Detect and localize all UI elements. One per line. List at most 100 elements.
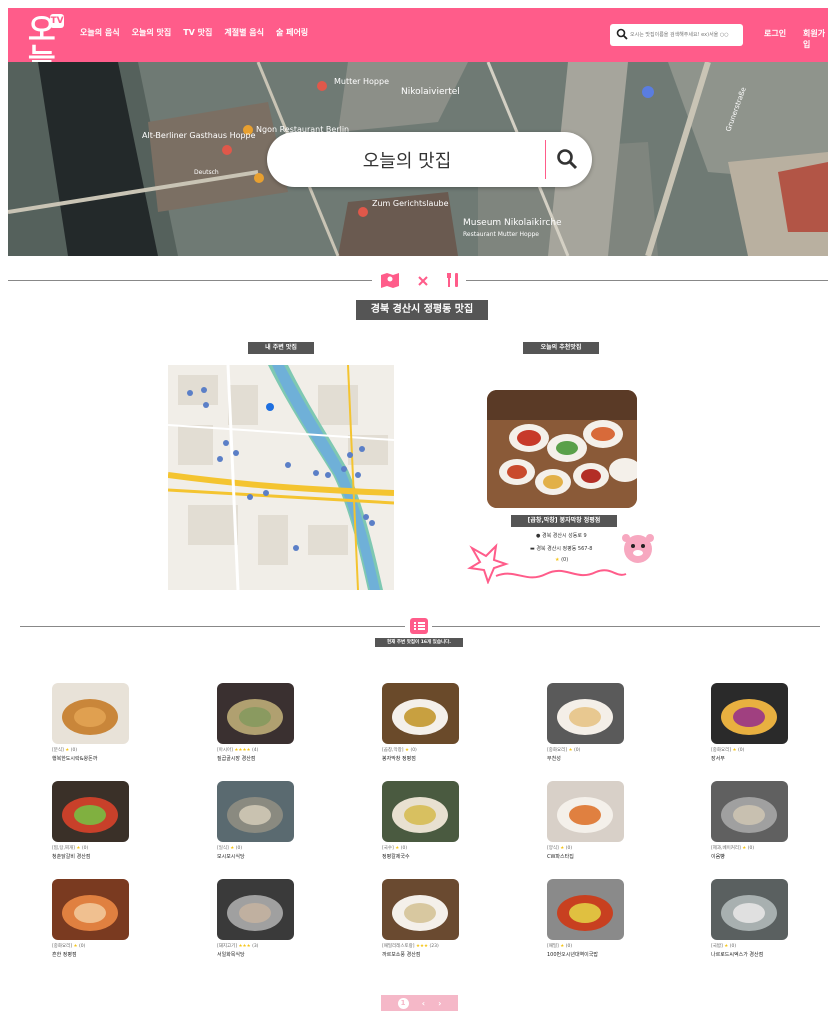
list-item[interactable]: [중화요리] ★ (0) 부천성 bbox=[547, 683, 625, 762]
list-item[interactable]: [분식] ★ (0) 행복한도시락&왕돈까 bbox=[52, 683, 130, 762]
nav-today-food[interactable]: 오늘의 음식 bbox=[80, 27, 120, 38]
list-item-photo[interactable] bbox=[382, 781, 459, 842]
list-item-name[interactable]: 나르로드씨엑스가 경산점 bbox=[711, 951, 789, 958]
list-item-name[interactable]: 행복한도시락&왕돈까 bbox=[52, 755, 130, 762]
list-item-review-count: (0) bbox=[738, 748, 745, 753]
nav-drink-pairing[interactable]: 술 페어링 bbox=[276, 27, 308, 38]
page-next[interactable]: › bbox=[438, 999, 441, 1008]
nearby-map[interactable] bbox=[168, 365, 394, 590]
star-icon: ★★★ bbox=[415, 944, 429, 949]
food-image bbox=[547, 781, 624, 842]
list-item-review-count: (0) bbox=[235, 846, 243, 851]
list-icon bbox=[410, 618, 428, 634]
star-icon: ★ bbox=[395, 846, 400, 851]
star-icon: ★ bbox=[230, 846, 235, 851]
star-icon: ★ bbox=[560, 846, 565, 851]
nav-tv-restaurant[interactable]: TV 맛집 bbox=[183, 27, 212, 38]
list-item-name[interactable]: 모시모시식당 bbox=[217, 853, 295, 860]
list-item-review-count: (0) bbox=[70, 748, 78, 753]
list-item-category: [양식] bbox=[547, 846, 559, 851]
login-link[interactable]: 로그인 bbox=[764, 28, 786, 39]
list-item-meta: [양식] ★ (0) bbox=[547, 845, 625, 851]
recommend-photo[interactable] bbox=[487, 390, 637, 508]
list-item-name[interactable]: 부천성 bbox=[547, 755, 625, 762]
star-icon: ★ bbox=[724, 944, 729, 949]
star-icon: ★★★★ bbox=[234, 748, 251, 753]
list-item-name[interactable]: 봉자막창 정평점 bbox=[382, 755, 460, 762]
list-item[interactable]: [패밀리레스토랑] ★★★ (23) 까르보소풍 경산점 bbox=[382, 879, 460, 958]
list-item[interactable]: [중화요리] ★ (0) 장서부 bbox=[711, 683, 789, 762]
list-item-photo[interactable] bbox=[52, 683, 129, 744]
recommend-name[interactable]: [곱창,막창] 봉자막창 정평점 bbox=[511, 515, 617, 527]
list-item-review-count: (0) bbox=[400, 846, 408, 851]
list-item[interactable]: [제과,베이커리] ★ (0) 이음빵 bbox=[711, 781, 789, 860]
list-item[interactable]: [국수] ★ (0) 정평칼제국수 bbox=[382, 781, 460, 860]
star-icon: ★★★ bbox=[238, 944, 251, 949]
list-item[interactable]: [국밥] ★ (0) 나르로드씨엑스가 경산점 bbox=[711, 879, 789, 958]
signup-link[interactable]: 회원가입 bbox=[803, 28, 828, 50]
hero-search-box[interactable]: 오늘의 맛집 bbox=[267, 132, 592, 187]
list-item[interactable]: [양식] ★ (0) CW파스타집 bbox=[547, 781, 625, 860]
food-image bbox=[711, 781, 788, 842]
food-image bbox=[382, 683, 459, 744]
list-item[interactable]: [찜,탕,찌개] ★ (0) 청춘닭갈비 경산점 bbox=[52, 781, 130, 860]
header-search-input[interactable] bbox=[630, 27, 738, 43]
list-item[interactable]: [아시아] ★★★★ (4) 질곱골시장 경산점 bbox=[217, 683, 295, 762]
list-item-name[interactable]: 서일화목식당 bbox=[217, 951, 295, 958]
list-item-photo[interactable] bbox=[711, 683, 788, 744]
logo[interactable]: 오늘 TV bbox=[28, 14, 68, 76]
list-item-photo[interactable] bbox=[711, 781, 788, 842]
food-image bbox=[382, 879, 459, 940]
food-image bbox=[382, 781, 459, 842]
list-item-meta: [아시아] ★★★★ (4) bbox=[217, 747, 295, 753]
list-item-photo[interactable] bbox=[547, 781, 624, 842]
list-item-name[interactable]: CW파스타집 bbox=[547, 853, 625, 860]
header-search-box bbox=[610, 24, 743, 46]
list-item-photo[interactable] bbox=[382, 879, 459, 940]
list-item-name[interactable]: 정평칼제국수 bbox=[382, 853, 460, 860]
list-item-name[interactable]: 청춘닭갈비 경산점 bbox=[52, 853, 130, 860]
list-item-photo[interactable] bbox=[547, 879, 624, 940]
food-image bbox=[711, 879, 788, 940]
list-item-name[interactable]: 흔한 정평점 bbox=[52, 951, 130, 958]
list-item[interactable]: [중화요리] ★ (0) 흔한 정평점 bbox=[52, 879, 130, 958]
list-item[interactable]: [일식] ★ (0) 모시모시식당 bbox=[217, 781, 295, 860]
list-item-photo[interactable] bbox=[217, 879, 294, 940]
list-item-name[interactable]: 장서부 bbox=[711, 755, 789, 762]
hero-map: Mutter Hoppe Nikolaiviertel Alt-Berliner… bbox=[8, 62, 828, 256]
hero-search-text[interactable]: 오늘의 맛집 bbox=[267, 147, 547, 173]
list-item-photo[interactable] bbox=[547, 683, 624, 744]
list-item-name[interactable]: 까르보소풍 경산점 bbox=[382, 951, 460, 958]
list-item[interactable]: [곱창,막창] ★ (0) 봉자막창 정평점 bbox=[382, 683, 460, 762]
nearby-map-image bbox=[168, 365, 394, 590]
list-item-category: [찜,탕,찌개] bbox=[52, 846, 75, 851]
list-item-meta: [중화요리] ★ (0) bbox=[547, 747, 625, 753]
list-item-name[interactable]: 100번오시년대역이국밥 bbox=[547, 951, 625, 958]
list-item-photo[interactable] bbox=[52, 879, 129, 940]
food-image bbox=[52, 683, 129, 744]
star-icon: ★ bbox=[732, 748, 737, 753]
page-1[interactable]: 1 bbox=[397, 997, 409, 1009]
list-item-photo[interactable] bbox=[217, 683, 294, 744]
star-icon: ★ bbox=[76, 846, 81, 851]
list-item-photo[interactable] bbox=[711, 879, 788, 940]
list-item-category: [중화요리] bbox=[547, 748, 568, 753]
list-item-category: [제과,베이커리] bbox=[711, 846, 741, 851]
nav-seasonal-food[interactable]: 계절별 음식 bbox=[224, 27, 264, 38]
list-item-name[interactable]: 이음빵 bbox=[711, 853, 789, 860]
list-item-photo[interactable] bbox=[52, 781, 129, 842]
list-item[interactable]: [돼지고기] ★★★ (3) 서일화목식당 bbox=[217, 879, 295, 958]
nav-today-restaurant[interactable]: 오늘의 맛집 bbox=[132, 27, 172, 38]
search-icon[interactable] bbox=[616, 28, 628, 40]
list-item-meta: [찜,탕,찌개] ★ (0) bbox=[52, 845, 130, 851]
list-item[interactable]: [패밀] ★ (0) 100번오시년대역이국밥 bbox=[547, 879, 625, 958]
hero-search-icon[interactable] bbox=[555, 147, 579, 171]
list-item-name[interactable]: 질곱골시장 경산점 bbox=[217, 755, 295, 762]
list-item-photo[interactable] bbox=[382, 683, 459, 744]
list-item-meta: [패밀] ★ (0) bbox=[547, 943, 625, 949]
star-icon: ★ bbox=[742, 846, 747, 851]
page-prev[interactable]: ‹ bbox=[422, 999, 425, 1008]
list-item-category: [아시아] bbox=[217, 748, 233, 753]
map-icon bbox=[381, 273, 399, 288]
list-item-photo[interactable] bbox=[217, 781, 294, 842]
